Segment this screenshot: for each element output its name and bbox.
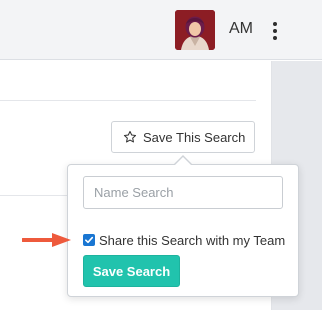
pointer-arrow-icon (22, 233, 71, 247)
kebab-menu-icon[interactable] (268, 18, 282, 44)
share-checkbox[interactable] (83, 234, 95, 246)
avatar-portrait-icon (175, 10, 215, 50)
app-stage: AM Save This Search Share this Search wi… (0, 0, 322, 310)
save-search-button[interactable]: Save Search (83, 255, 180, 287)
user-initials[interactable]: AM (229, 20, 253, 38)
save-this-search-label: Save This Search (143, 129, 246, 145)
section-divider (0, 195, 70, 196)
popover-caret-fill (174, 157, 192, 166)
section-divider (0, 100, 256, 101)
share-label: Share this Search with my Team (99, 232, 286, 248)
user-avatar[interactable] (175, 10, 215, 50)
checkmark-icon (85, 236, 94, 244)
star-outline-icon (123, 130, 137, 143)
save-this-search-button[interactable]: Save This Search (111, 121, 255, 153)
share-with-team-row[interactable]: Share this Search with my Team (83, 231, 285, 249)
name-search-input[interactable] (83, 176, 283, 209)
top-header: AM (0, 0, 322, 60)
